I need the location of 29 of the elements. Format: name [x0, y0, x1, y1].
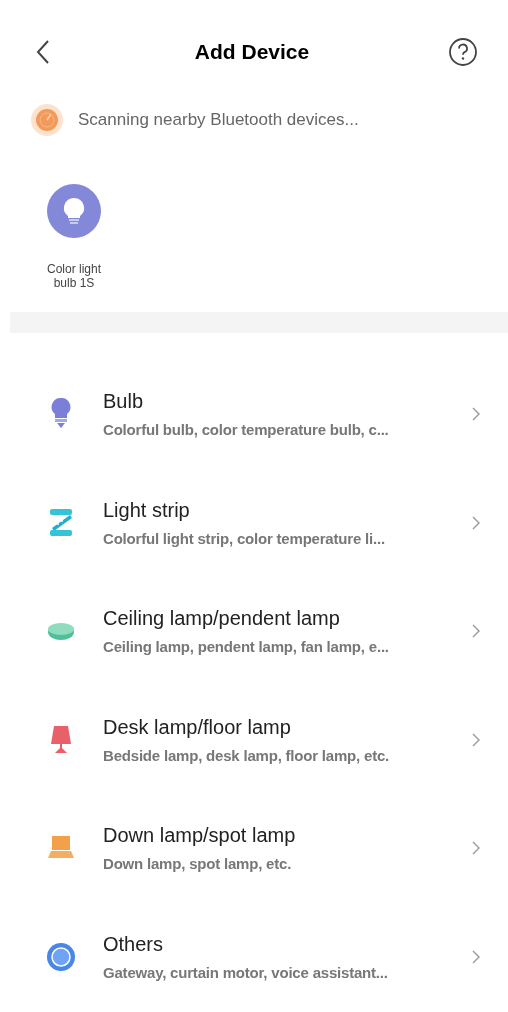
- category-subtitle: Bedside lamp, desk lamp, floor lamp, etc.: [103, 746, 391, 765]
- category-title: Down lamp/spot lamp: [103, 823, 297, 848]
- chevron-icon: [472, 949, 480, 964]
- desk-lamp-icon: [49, 724, 73, 755]
- chevron-icon: [472, 732, 480, 747]
- chevron-icon: [472, 624, 480, 639]
- category-subtitle: Down lamp, spot lamp, etc.: [103, 855, 293, 874]
- light-strip-icon: [49, 507, 73, 538]
- category-subtitle: Gateway, curtain motor, voice assistant...: [103, 963, 389, 982]
- radar-icon: [30, 103, 64, 137]
- scanning-status: Scanning nearby Bluetooth devices...: [78, 109, 359, 132]
- page-title: Add Device: [194, 39, 310, 66]
- category-title: Ceiling lamp/pendent lamp: [103, 606, 341, 631]
- category-subtitle: Colorful light strip, color temperature li...: [103, 529, 386, 548]
- category-title: Bulb: [103, 389, 145, 414]
- bulb-icon: [63, 197, 85, 225]
- category-title: Others: [103, 931, 165, 956]
- category-subtitle: Ceiling lamp, pendent lamp, fan lamp, e...: [103, 638, 390, 657]
- category-title: Desk lamp/floor lamp: [103, 714, 292, 739]
- found-device-button[interactable]: [47, 184, 101, 238]
- chevron-icon: [472, 515, 480, 530]
- chevron-icon: [472, 407, 480, 422]
- circle-icon: [46, 941, 76, 972]
- help-button[interactable]: [448, 37, 478, 67]
- device-name: Color light bulb 1S: [46, 262, 102, 290]
- ceiling-lamp-icon: [47, 621, 75, 642]
- category-title: Light strip: [103, 497, 191, 522]
- category-subtitle: Colorful bulb, color temperature bulb, c...: [103, 421, 390, 440]
- chevron-icon: [472, 841, 480, 856]
